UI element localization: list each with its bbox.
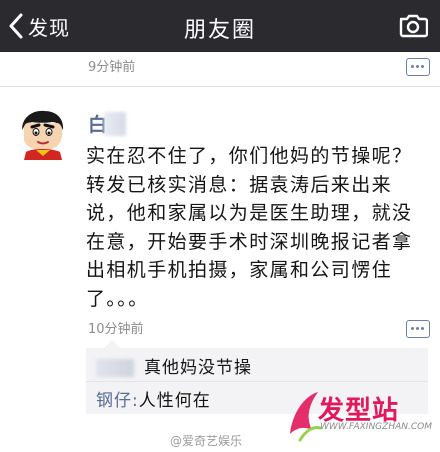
camera-button[interactable]: [398, 12, 429, 42]
comment-item[interactable]: 真他妈没节操: [96, 353, 252, 378]
weibo-watermark: @爱奇艺娱乐: [170, 434, 243, 448]
comment-text: 真他妈没节操: [144, 358, 252, 378]
comment-divider: [86, 381, 428, 382]
site-watermark-url: WWW.FAXINGZHAN.COM: [320, 422, 432, 432]
author-name-blur: [104, 112, 126, 136]
post-text: 实在忍不住了，你们他妈的节操呢？转发已核实消息：据袁涛后来出来说，他和家属以为是…: [86, 145, 413, 310]
previous-post-time: 9分钟前: [88, 60, 136, 75]
camera-icon: [399, 14, 429, 38]
avatar[interactable]: [16, 108, 68, 160]
comment-icon[interactable]: [406, 58, 430, 76]
avatar-image: [16, 108, 68, 160]
post-divider: [0, 86, 440, 87]
commenter-name[interactable]: 钢仔:: [96, 391, 139, 411]
comment-text: 人性何在: [138, 391, 211, 411]
commenter-name-blur: [96, 359, 134, 377]
nav-bar: 发现 朋友圈: [0, 0, 440, 52]
comment-item[interactable]: 钢仔:人性何在: [96, 386, 211, 411]
page-title: 朋友圈: [183, 18, 256, 43]
post-time: 10分钟前: [88, 322, 144, 337]
comment-icon[interactable]: [406, 320, 430, 338]
